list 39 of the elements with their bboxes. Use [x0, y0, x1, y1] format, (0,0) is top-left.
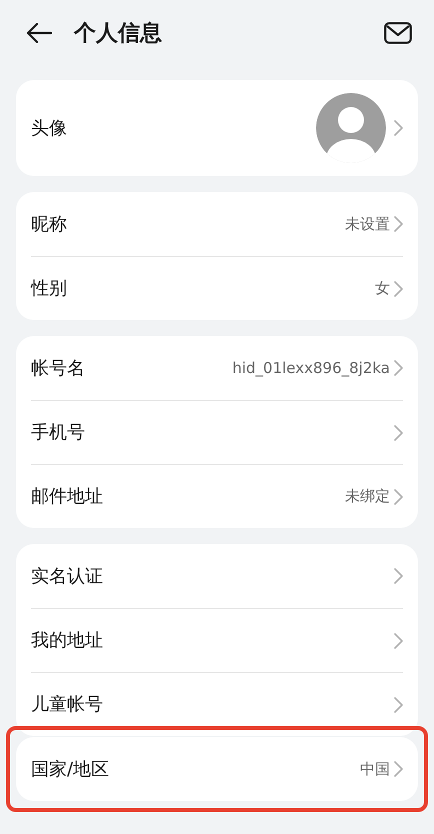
chevron-icon — [394, 216, 403, 232]
settings-row[interactable]: 昵称 未设置 — [31, 192, 403, 256]
row-label: 性别 — [31, 277, 68, 301]
page-title: 个人信息 — [74, 20, 162, 48]
row-label: 实名认证 — [31, 564, 104, 588]
settings-row[interactable]: 我的地址 — [31, 608, 403, 672]
settings-row[interactable]: 邮件地址 未绑定 — [31, 464, 403, 528]
chevron-icon — [394, 488, 403, 504]
row-value: hid_01lexx896_8j2ka — [232, 358, 390, 379]
settings-row[interactable]: 帐号名 hid_01lexx896_8j2ka — [31, 336, 403, 400]
chevron-icon — [394, 761, 403, 777]
chevron-icon — [394, 632, 403, 648]
avatar-icon — [316, 93, 386, 163]
mail-icon[interactable] — [384, 22, 412, 44]
row-value: 女 — [375, 278, 390, 300]
chevron-icon — [394, 568, 403, 584]
row-label: 手机号 — [31, 421, 86, 445]
row-value: 中国 — [360, 758, 390, 780]
row-label: 昵称 — [31, 212, 68, 236]
chevron-icon — [394, 120, 403, 136]
row-label: 国家/地区 — [31, 758, 110, 782]
settings-row[interactable]: 头像 — [31, 80, 403, 176]
chevron-icon — [394, 696, 403, 712]
row-label: 邮件地址 — [31, 485, 104, 509]
settings-row[interactable]: 儿童帐号 — [31, 672, 403, 736]
chevron-icon — [394, 424, 403, 440]
row-label: 儿童帐号 — [31, 693, 104, 717]
row-value: 未设置 — [345, 214, 390, 235]
settings-row[interactable]: 手机号 — [31, 400, 403, 464]
back-icon[interactable] — [26, 23, 52, 43]
row-label: 我的地址 — [31, 629, 104, 653]
settings-row[interactable]: 实名认证 — [31, 544, 403, 608]
settings-row[interactable]: 性别 女 — [31, 256, 403, 320]
chevron-icon — [394, 360, 403, 376]
row-label: 帐号名 — [31, 356, 86, 380]
chevron-icon — [394, 280, 403, 296]
row-value: 未绑定 — [345, 486, 390, 508]
settings-row[interactable]: 国家/地区 中国 — [31, 737, 403, 801]
row-label: 头像 — [31, 116, 68, 140]
